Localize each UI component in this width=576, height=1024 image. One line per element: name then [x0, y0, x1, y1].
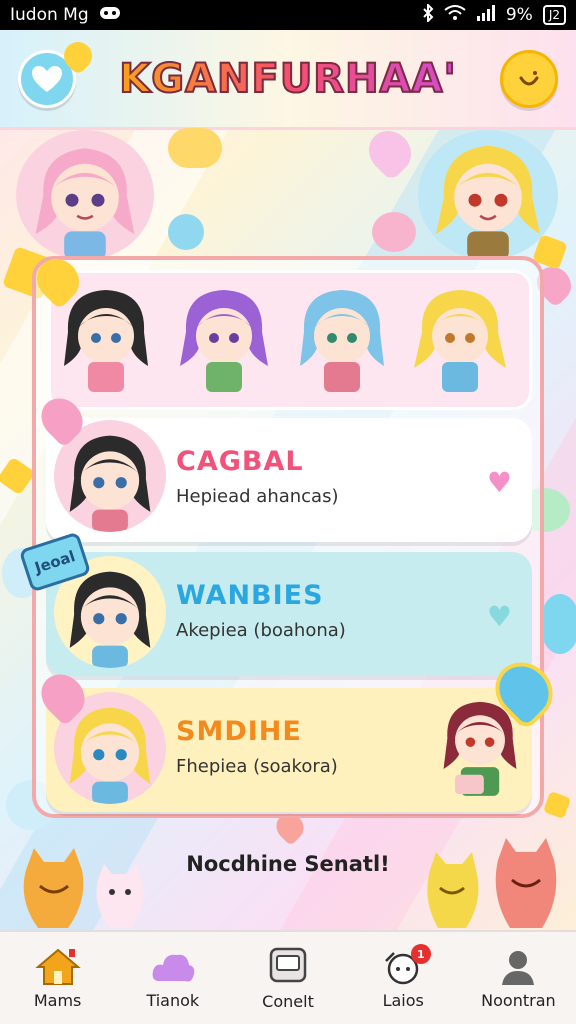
- cloud-icon: [152, 954, 195, 981]
- nav-item-home[interactable]: Mams: [0, 932, 115, 1024]
- favorite-heart-icon[interactable]: ♥: [487, 600, 512, 633]
- nav-label: Conelt: [262, 991, 314, 1011]
- bluetooth-icon: [422, 2, 434, 27]
- status-bar: Iudon Mg 9% J2: [0, 0, 576, 30]
- app-title: KGANFURHAA': [118, 55, 457, 103]
- nav-label: Mams: [33, 990, 82, 1010]
- battery-icon: J2: [542, 5, 566, 25]
- card-title: WANBIES: [176, 580, 324, 611]
- card-title: SMDIHE: [176, 716, 302, 747]
- nav-item-tianok[interactable]: Tianok: [115, 932, 230, 1024]
- card-title: CAGBAL: [176, 446, 304, 477]
- nav-item-noontran[interactable]: Noontran: [461, 932, 576, 1024]
- cloud-decoration: [168, 128, 222, 168]
- user-icon: [502, 950, 535, 985]
- gamepad-icon: [99, 5, 121, 26]
- character-avatar-blonde: [418, 130, 558, 260]
- nav-item-laios[interactable]: 1 Laios: [346, 932, 461, 1024]
- character-lineup: [48, 270, 532, 410]
- card-subtitle: Akepiea (boahona): [176, 620, 346, 641]
- card-subtitle: Hepiead ahancas): [176, 486, 339, 507]
- wifi-icon: [444, 4, 466, 26]
- heart-bubble-icon: [32, 65, 62, 92]
- star-decoration: [0, 456, 36, 496]
- star-decoration: [542, 790, 572, 820]
- home-icon: [34, 948, 81, 985]
- character-card-2[interactable]: WANBIES Akepiea (boahona) ♥: [46, 552, 532, 676]
- cloud-decoration: [372, 212, 416, 252]
- status-text: Iudon Mg: [10, 5, 89, 25]
- card-subtitle: Fhepiea (soakora): [176, 756, 338, 777]
- nav-label: Noontran: [481, 990, 556, 1010]
- character-avatar-pink: [16, 130, 154, 260]
- character-lineup-art: [64, 290, 506, 392]
- character-panel: CAGBAL Hepiead ahancas) ♥ WANBIES Akepie…: [32, 256, 544, 818]
- pet-characters-left: [18, 840, 158, 930]
- message-icon: [269, 947, 307, 982]
- ticket-label: Jeoal: [32, 547, 78, 577]
- battery-percent: 9%: [505, 5, 533, 25]
- nav-label: Tianok: [146, 990, 200, 1010]
- cloud-decoration: [540, 594, 576, 654]
- heart-decoration: [360, 122, 420, 182]
- nav-item-conelt[interactable]: Conelt: [230, 932, 345, 1024]
- pet-characters-right: [410, 830, 570, 930]
- notification-badge: 1: [410, 944, 431, 964]
- cloud-decoration: [168, 214, 204, 250]
- bottom-navigation: Mams Tianok Conelt 1 Laios Noontran: [0, 930, 576, 1024]
- character-card-1[interactable]: CAGBAL Hepiead ahancas) ♥: [46, 418, 532, 542]
- nav-label: Laios: [382, 990, 424, 1010]
- favorite-heart-icon[interactable]: ♥: [487, 466, 512, 499]
- smile-icon: [519, 70, 539, 85]
- signal-icon: [476, 4, 496, 26]
- character-card-3[interactable]: SMDIHE Fhepiea (soakora): [46, 688, 532, 812]
- profile-button[interactable]: [499, 49, 558, 108]
